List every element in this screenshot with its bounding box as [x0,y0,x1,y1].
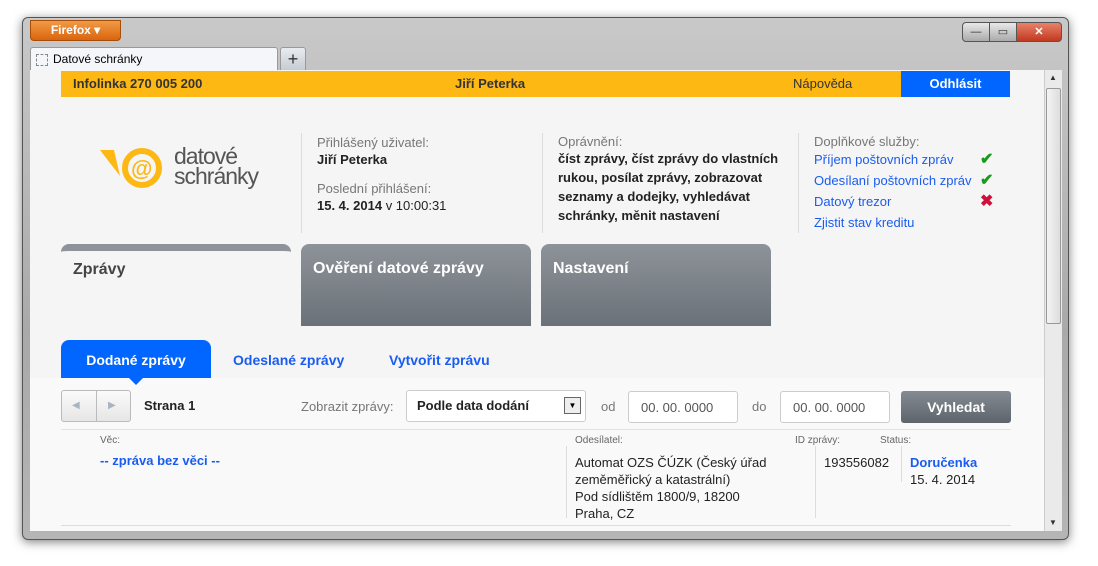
search-button[interactable]: Vyhledat [901,391,1011,423]
message-id: 193556082 [824,455,890,470]
permissions-text: číst zprávy, číst zprávy do vlastních ru… [558,151,779,223]
last-login-date: 15. 4. 2014 [317,198,383,213]
close-button[interactable]: ✕ [1016,22,1062,42]
pager: ◀ ▶ [61,390,131,422]
sender-line: zeměměřický a katastrální) [575,472,731,487]
check-credit-link[interactable]: Zjistit stav kreditu [814,212,1004,233]
last-login-time: v 10:00:31 [385,198,447,213]
permissions: Oprávnění: číst zprávy, číst zprávy do v… [558,134,788,225]
permissions-label: Oprávnění: [558,134,623,149]
services-label: Doplňkové služby: [814,134,920,149]
logo-text-2: schránky [174,163,259,189]
service-postal-receive[interactable]: Příjem poštovních zpráv [814,152,953,167]
sort-select[interactable]: Podle data dodání ▼ [406,390,586,422]
logout-button[interactable]: Odhlásit [901,71,1010,97]
tab-verify[interactable]: Ověření datové zprávy [301,244,531,326]
header-subject: Věc: [100,435,121,446]
new-tab-button[interactable]: + [280,47,306,71]
show-label: Zobrazit zprávy: [301,399,394,414]
sender-line: Praha, CZ [575,506,635,521]
table-row[interactable]: -- zpráva bez věci -- Automat OZS ČÚZK (… [61,446,1011,526]
scroll-down-icon[interactable]: ▼ [1049,518,1057,527]
sender-line: Pod sídlištěm 1800/9, 18200 [575,489,740,504]
favicon-icon [36,54,48,66]
tab-settings[interactable]: Nastavení [541,244,771,326]
from-label: od [601,399,616,414]
subtab-received[interactable]: Dodané zprávy [61,340,211,378]
check-icon: ✔ [980,172,994,189]
firefox-label: Firefox [50,23,91,37]
user-info: Přihlášený uživatel: Jiří Peterka Posled… [317,134,446,214]
sort-value: Podle data dodání [417,398,529,413]
scrollbar-thumb[interactable] [1046,88,1061,324]
logo: @ datové schránky [100,145,259,193]
browser-tab[interactable]: Datové schránky [30,47,278,71]
dropdown-arrow-icon[interactable]: ▼ [564,397,581,414]
date-from-input[interactable] [628,391,738,423]
maximize-button[interactable]: ▭ [989,22,1017,42]
prev-page-button[interactable]: ◀ [72,391,80,421]
logo-at-icon: @ [100,148,162,188]
status-date: 15. 4. 2014 [910,472,976,487]
vertical-scrollbar[interactable]: ▲ ▼ [1044,70,1062,531]
page-indicator: Strana 1 [144,398,196,413]
top-bar: Infolinka 270 005 200 Jiří Peterka Nápov… [61,71,1010,97]
hotline: Infolinka 270 005 200 [73,76,203,91]
service-postal-send[interactable]: Odesílaní poštovních zpráv [814,173,972,188]
scroll-up-icon[interactable]: ▲ [1049,73,1057,82]
minimize-button[interactable]: — [962,22,990,42]
user-value: Jiří Peterka [317,152,388,167]
page: Infolinka 270 005 200 Jiří Peterka Nápov… [30,70,1044,531]
user-name: Jiří Peterka [455,76,526,91]
help-link[interactable]: Nápověda [793,71,852,97]
status-link[interactable]: Doručenka [910,454,977,471]
to-label: do [752,399,767,414]
last-login-label: Poslední přihlášení: [317,181,432,196]
subtab-create[interactable]: Vytvořit zprávu [389,340,490,378]
check-icon: ✔ [980,151,994,168]
header-status: Status: [880,435,912,446]
tab-messages[interactable]: Zprávy [61,244,291,326]
firefox-menu-button[interactable]: Firefox ▾ [30,20,121,41]
next-page-button[interactable]: ▶ [108,391,116,421]
services: Doplňkové služby: Příjem poštovních zprá… [814,134,1004,233]
service-data-vault[interactable]: Datový trezor [814,194,891,209]
message-subject[interactable]: -- zpráva bez věci -- [100,453,220,468]
date-to-input[interactable] [780,391,890,423]
cross-icon: ✖ [980,193,994,210]
sender-line: Automat OZS ČÚZK (Český úřad [575,455,767,470]
header-id: ID zprávy: [795,435,841,446]
svg-text:@: @ [131,156,152,181]
subtab-sent[interactable]: Odeslané zprávy [233,340,344,378]
user-label: Přihlášený uživatel: [317,135,429,150]
header-sender: Odesílatel: [575,435,623,446]
tab-title: Datové schránky [53,52,143,66]
